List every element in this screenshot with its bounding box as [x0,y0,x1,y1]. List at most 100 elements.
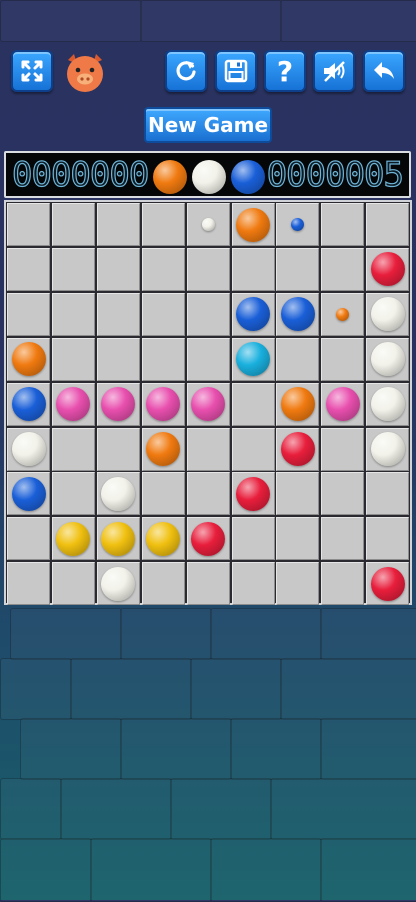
board-cell[interactable] [7,427,50,471]
ball[interactable] [370,566,405,601]
board-cell[interactable] [186,472,230,516]
board-cell[interactable] [186,292,230,336]
board-cell[interactable] [276,337,320,381]
board-cell[interactable] [141,337,185,381]
board-cell[interactable] [186,203,230,246]
board-cell[interactable] [186,517,230,561]
board-cell[interactable] [141,517,185,561]
board-cell[interactable] [186,427,230,471]
fullscreen-button[interactable] [11,50,53,92]
ball[interactable] [11,476,46,511]
board-cell[interactable] [231,472,275,516]
board-cell[interactable] [96,382,140,426]
ball[interactable] [56,521,91,556]
next-ball-preview[interactable] [291,218,305,231]
ball[interactable] [56,387,91,422]
board-cell[interactable] [231,427,275,471]
board-cell[interactable] [7,382,50,426]
board-cell[interactable] [51,427,95,471]
save-button[interactable] [215,50,257,92]
board-cell[interactable] [141,247,185,291]
ball[interactable] [191,521,226,556]
board-cell[interactable] [186,562,230,606]
board-cell[interactable] [7,247,50,291]
board-cell[interactable] [51,203,95,246]
board-cell[interactable] [186,382,230,426]
board-cell[interactable] [366,382,410,426]
board-cell[interactable] [276,203,320,246]
board-cell[interactable] [276,247,320,291]
board-cell[interactable] [321,472,365,516]
ball[interactable] [101,476,136,511]
ball[interactable] [280,387,315,422]
ball[interactable] [236,297,270,332]
board-cell[interactable] [7,203,50,246]
ball[interactable] [370,342,405,377]
ball[interactable] [280,297,315,332]
ball[interactable] [146,521,181,556]
board-cell[interactable] [186,247,230,291]
board-cell[interactable] [276,292,320,336]
board-cell[interactable] [51,292,95,336]
board-cell[interactable] [7,562,50,606]
board-cell[interactable] [366,427,410,471]
ball[interactable] [146,387,181,422]
board-cell[interactable] [51,382,95,426]
board-cell[interactable] [321,517,365,561]
board-cell[interactable] [231,382,275,426]
board-cell[interactable] [51,247,95,291]
new-game-button[interactable]: New Game [144,107,272,143]
ball[interactable] [11,387,46,422]
back-button[interactable] [363,50,405,92]
board-cell[interactable] [96,472,140,516]
board-cell[interactable] [231,337,275,381]
sound-toggle-button[interactable] [313,50,355,92]
board-cell[interactable] [366,517,410,561]
board-cell[interactable] [7,292,50,336]
board-cell[interactable] [96,337,140,381]
board-cell[interactable] [141,203,185,246]
board-cell[interactable] [141,382,185,426]
ball[interactable] [11,342,46,377]
ball[interactable] [236,342,270,377]
ball[interactable] [370,297,405,332]
board-cell[interactable] [141,472,185,516]
next-ball-preview[interactable] [201,218,215,231]
next-ball-preview[interactable] [336,307,350,321]
board-cell[interactable] [321,382,365,426]
board-cell[interactable] [321,292,365,336]
board-cell[interactable] [51,472,95,516]
ball[interactable] [146,432,181,466]
board-cell[interactable] [96,562,140,606]
board-cell[interactable] [186,337,230,381]
board-cell[interactable] [96,203,140,246]
board-cell[interactable] [321,427,365,471]
board-cell[interactable] [321,562,365,606]
ball[interactable] [101,387,136,422]
board-cell[interactable] [276,382,320,426]
ball[interactable] [191,387,226,422]
board-cell[interactable] [321,247,365,291]
board-cell[interactable] [7,337,50,381]
board-cell[interactable] [321,203,365,246]
board-cell[interactable] [231,247,275,291]
board-cell[interactable] [96,517,140,561]
board-cell[interactable] [366,203,410,246]
board-cell[interactable] [366,472,410,516]
board-cell[interactable] [276,427,320,471]
board-cell[interactable] [321,337,365,381]
ball[interactable] [325,387,360,422]
board-cell[interactable] [366,247,410,291]
board-cell[interactable] [231,292,275,336]
board-cell[interactable] [276,562,320,606]
board-cell[interactable] [231,562,275,606]
ball[interactable] [370,387,405,422]
ball[interactable] [236,476,270,511]
board-cell[interactable] [366,292,410,336]
board-cell[interactable] [366,337,410,381]
board-cell[interactable] [231,517,275,561]
board-cell[interactable] [141,427,185,471]
restart-button[interactable] [165,50,207,92]
ball[interactable] [101,521,136,556]
ball[interactable] [101,566,136,601]
